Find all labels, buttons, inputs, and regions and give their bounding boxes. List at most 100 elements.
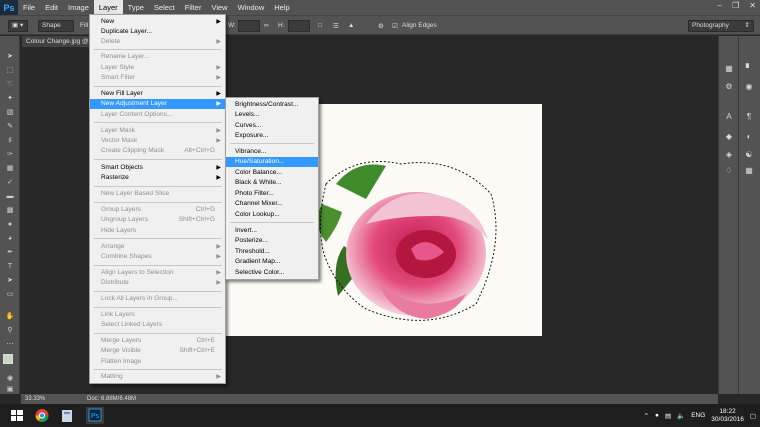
paths-icon[interactable]: ♢	[723, 166, 735, 176]
swatches-icon[interactable]: ▦	[743, 166, 755, 176]
menu-layer-mask[interactable]: Layer Mask ▶	[90, 126, 225, 136]
menu-new-fill-layer[interactable]: New Fill Layer ▶	[90, 89, 225, 99]
menu-align-layers[interactable]: Align Layers to Selection ▶	[90, 268, 225, 278]
zoom-tool-icon[interactable]: ⚲	[4, 326, 16, 335]
menu-combine-shapes[interactable]: Combine Shapes ▶	[90, 252, 225, 262]
menu-group-layers[interactable]: Group Layers Ctrl+G	[90, 205, 225, 215]
more-tools-icon[interactable]: ⋯	[4, 340, 16, 349]
menu-merge-visible[interactable]: Merge Visible Shift+Ctrl+E	[90, 346, 225, 356]
eyedropper-tool-icon[interactable]: ✎	[4, 122, 16, 131]
menu-new[interactable]: New ▶	[90, 17, 225, 27]
menu-rename-layer[interactable]: Rename Layer...	[90, 52, 225, 62]
submenu-brightness-contrast[interactable]: Brightness/Contrast...	[226, 100, 318, 110]
crop-tool-icon[interactable]: ▧	[4, 108, 16, 117]
layers-icon[interactable]: ◆	[723, 132, 735, 142]
close-icon[interactable]: ✕	[749, 1, 756, 10]
menu-filter[interactable]: Filter	[180, 0, 207, 15]
file-explorer-icon[interactable]	[58, 407, 76, 424]
gear-icon[interactable]: ⚙	[378, 22, 384, 30]
submenu-threshold[interactable]: Threshold...	[226, 247, 318, 257]
menu-create-clipping-mask[interactable]: Create Clipping Mask Alt+Ctrl+G	[90, 146, 225, 156]
tray-app-icon[interactable]: ●	[655, 412, 659, 419]
photoshop-taskbar-icon[interactable]: Ps	[86, 407, 104, 424]
arrange-icon[interactable]: ▲	[348, 22, 354, 29]
document-tab[interactable]: Colour Change.jpg @	[22, 36, 92, 47]
tool-preset-picker[interactable]: ▣ ▾	[8, 20, 28, 32]
windows-start-icon[interactable]	[8, 407, 26, 424]
blur-tool-icon[interactable]: ●	[4, 220, 16, 229]
menu-ungroup-layers[interactable]: Ungroup Layers Shift+Ctrl+G	[90, 215, 225, 225]
submenu-black-white[interactable]: Black & White...	[226, 178, 318, 188]
histogram-icon[interactable]: ▘	[743, 64, 755, 74]
type-tool-icon[interactable]: T	[4, 262, 16, 271]
navigator-icon[interactable]: ◉	[743, 82, 755, 92]
menu-view[interactable]: View	[206, 0, 232, 15]
height-input[interactable]	[288, 20, 310, 32]
menu-link-layers[interactable]: Link Layers	[90, 310, 225, 320]
channels-icon[interactable]: ◈	[723, 150, 735, 160]
menu-edit[interactable]: Edit	[40, 0, 63, 15]
menu-rasterize[interactable]: Rasterize ▶	[90, 173, 225, 183]
menu-hide-layers[interactable]: Hide Layers	[90, 226, 225, 236]
menu-duplicate-layer[interactable]: Duplicate Layer...	[90, 27, 225, 37]
submenu-exposure[interactable]: Exposure...	[226, 131, 318, 141]
clone-stamp-tool-icon[interactable]: ▦	[4, 164, 16, 173]
path-selection-tool-icon[interactable]: ➤	[4, 276, 16, 285]
menu-flatten-image[interactable]: Flatten Image	[90, 357, 225, 367]
menu-select[interactable]: Select	[149, 0, 180, 15]
paragraph-icon[interactable]: ¶	[743, 112, 755, 122]
gradient-tool-icon[interactable]: ▩	[4, 206, 16, 215]
restore-icon[interactable]: ❐	[732, 1, 739, 10]
submenu-curves[interactable]: Curves...	[226, 121, 318, 131]
dodge-tool-icon[interactable]: ◕	[4, 234, 16, 243]
marquee-tool-icon[interactable]: ⬚	[4, 66, 16, 75]
move-tool-icon[interactable]: ➤	[4, 52, 16, 61]
notifications-icon[interactable]: ▢	[750, 412, 756, 420]
submenu-photo-filter[interactable]: Photo Filter...	[226, 189, 318, 199]
menu-image[interactable]: Image	[63, 0, 94, 15]
character-icon[interactable]: A	[723, 112, 735, 122]
menu-merge-layers[interactable]: Merge Layers Ctrl+E	[90, 336, 225, 346]
pen-tool-icon[interactable]: ✒	[4, 248, 16, 257]
link-icon[interactable]: ∞	[264, 22, 269, 29]
tray-chevron-icon[interactable]: ⌃	[644, 412, 649, 420]
align-edges-checkbox[interactable]: ☑	[392, 22, 398, 30]
menu-smart-filter[interactable]: Smart Filter ▶	[90, 73, 225, 83]
hand-tool-icon[interactable]: ✋	[4, 312, 16, 321]
submenu-hue-saturation[interactable]: Hue/Saturation...	[226, 157, 318, 167]
volume-icon[interactable]: 🔈	[677, 412, 685, 420]
menu-arrange[interactable]: Arrange ▶	[90, 242, 225, 252]
minimize-icon[interactable]: –	[718, 1, 722, 10]
width-input[interactable]	[238, 20, 260, 32]
submenu-gradient-map[interactable]: Gradient Map...	[226, 257, 318, 267]
brush-tool-icon[interactable]: ✑	[4, 150, 16, 159]
menu-help[interactable]: Help	[269, 0, 294, 15]
menu-vector-mask[interactable]: Vector Mask ▶	[90, 136, 225, 146]
path-align-icon[interactable]: ☰	[333, 22, 339, 30]
submenu-invert[interactable]: Invert...	[226, 226, 318, 236]
eraser-tool-icon[interactable]: ▬	[4, 192, 16, 201]
submenu-posterize[interactable]: Posterize...	[226, 236, 318, 246]
menu-file[interactable]: File	[18, 0, 40, 15]
workspace-select[interactable]: Photography ⇕	[688, 20, 754, 32]
path-ops-icon[interactable]: □	[318, 22, 322, 29]
zoom-level[interactable]: 33.33%	[25, 394, 45, 404]
menu-delete[interactable]: Delete ▶	[90, 37, 225, 47]
adjustments-icon[interactable]: ◐	[743, 132, 755, 142]
menu-select-linked-layers[interactable]: Select Linked Layers	[90, 320, 225, 330]
language-indicator[interactable]: ENG	[691, 412, 705, 419]
properties-icon[interactable]: ⚙	[723, 82, 735, 92]
submenu-selective-color[interactable]: Selective Color...	[226, 268, 318, 278]
magic-wand-tool-icon[interactable]: ✦	[4, 94, 16, 103]
shape-mode-select[interactable]: Shape	[38, 20, 74, 32]
menu-layer[interactable]: Layer	[93, 0, 123, 15]
submenu-color-lookup[interactable]: Color Lookup...	[226, 210, 318, 220]
lasso-tool-icon[interactable]: ➰	[4, 80, 16, 89]
foreground-color-swatch[interactable]	[3, 354, 13, 364]
menu-new-adjustment-layer[interactable]: New Adjustment Layer ▶	[90, 99, 225, 109]
healing-brush-tool-icon[interactable]: ♯	[4, 136, 16, 145]
network-icon[interactable]: ▤	[665, 412, 671, 420]
menu-type[interactable]: Type	[123, 0, 149, 15]
menu-layer-content-options[interactable]: Layer Content Options...	[90, 110, 225, 120]
submenu-levels[interactable]: Levels...	[226, 110, 318, 120]
